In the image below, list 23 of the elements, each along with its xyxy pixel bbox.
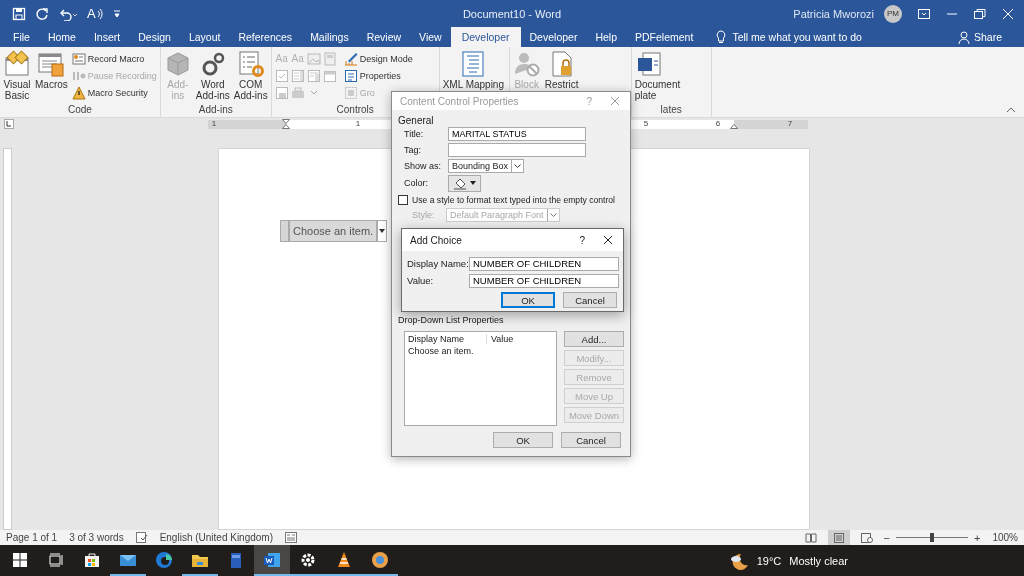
user-name: Patricia Mworozi <box>793 7 874 20</box>
checkbox-label: Use a style to format text typed into the empty control <box>412 195 615 205</box>
ruler-number: 1 <box>211 118 217 128</box>
ruler-number: 7 <box>787 118 793 128</box>
field-label: Color: <box>403 178 429 188</box>
field-label: Title: <box>403 129 425 139</box>
section-heading: Drop-Down List Properties <box>398 315 504 325</box>
ruler-number: 5 <box>643 118 649 128</box>
ruler-number: 6 <box>715 118 721 128</box>
field-label: Display Name: <box>407 258 469 269</box>
ruler-number: 1 <box>355 118 361 128</box>
group-label: Add-ins <box>198 104 233 115</box>
field-label: Style: <box>412 210 436 220</box>
field-label: Tag: <box>403 145 422 155</box>
group-label: lates <box>660 104 682 115</box>
group-label: Controls <box>336 104 374 115</box>
section-heading: General <box>398 115 434 126</box>
window-title: Document10 - Word <box>462 7 562 20</box>
dialog-title: Add Choice <box>410 234 463 246</box>
group-label: Code <box>67 104 92 115</box>
field-label: Show as: <box>403 161 443 171</box>
dialog-title: Content Control Properties <box>400 95 520 107</box>
field-label: Value: <box>407 275 435 286</box>
